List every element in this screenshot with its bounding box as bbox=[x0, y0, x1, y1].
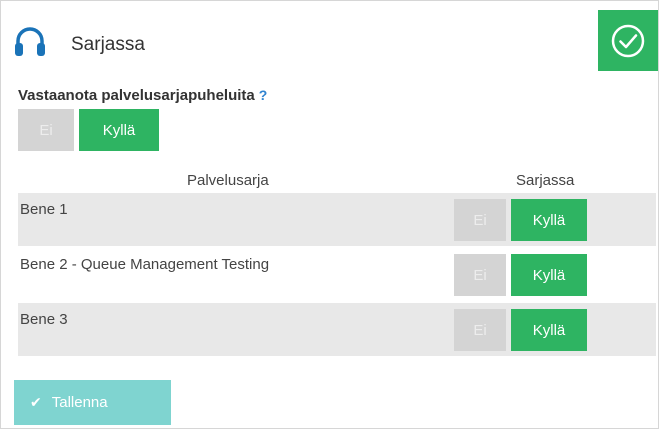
table-row: Bene 1 Ei Kyllä bbox=[18, 193, 656, 246]
queue-yes-button[interactable]: Kyllä bbox=[511, 254, 587, 296]
table-row: Bene 2 - Queue Management Testing Ei Kyl… bbox=[18, 248, 656, 301]
receive-calls-no-button[interactable]: Ei bbox=[18, 109, 74, 151]
save-label: Tallenna bbox=[51, 394, 108, 411]
receive-calls-yes-button[interactable]: Kyllä bbox=[79, 109, 159, 151]
receive-calls-text: Vastaanota palvelusarjapuheluita bbox=[18, 87, 255, 104]
confirm-button[interactable] bbox=[598, 10, 658, 71]
queue-settings-panel: Sarjassa Vastaanota palvelusarjapuheluit… bbox=[0, 0, 659, 429]
headset-icon bbox=[15, 27, 45, 56]
panel-header: Sarjassa bbox=[1, 1, 658, 79]
receive-calls-label: Vastaanota palvelusarjapuheluita? bbox=[18, 87, 267, 104]
page-title: Sarjassa bbox=[71, 34, 145, 55]
help-icon[interactable]: ? bbox=[259, 87, 268, 103]
save-button[interactable]: ✔ Tallenna bbox=[14, 380, 171, 425]
table-row: Bene 3 Ei Kyllä bbox=[18, 303, 656, 356]
queue-name: Bene 1 bbox=[20, 201, 68, 218]
queue-no-button[interactable]: Ei bbox=[454, 254, 506, 296]
queue-name: Bene 2 - Queue Management Testing bbox=[20, 256, 270, 273]
queue-name: Bene 3 bbox=[20, 311, 68, 328]
queue-yes-button[interactable]: Kyllä bbox=[511, 199, 587, 241]
column-header-in-queue: Sarjassa bbox=[516, 172, 575, 189]
column-header-queue: Palvelusarja bbox=[187, 172, 269, 189]
check-circle-icon bbox=[611, 24, 645, 57]
queue-yes-button[interactable]: Kyllä bbox=[511, 309, 587, 351]
checkmark-icon: ✔ bbox=[30, 394, 42, 410]
queue-no-button[interactable]: Ei bbox=[454, 199, 506, 241]
queue-no-button[interactable]: Ei bbox=[454, 309, 506, 351]
